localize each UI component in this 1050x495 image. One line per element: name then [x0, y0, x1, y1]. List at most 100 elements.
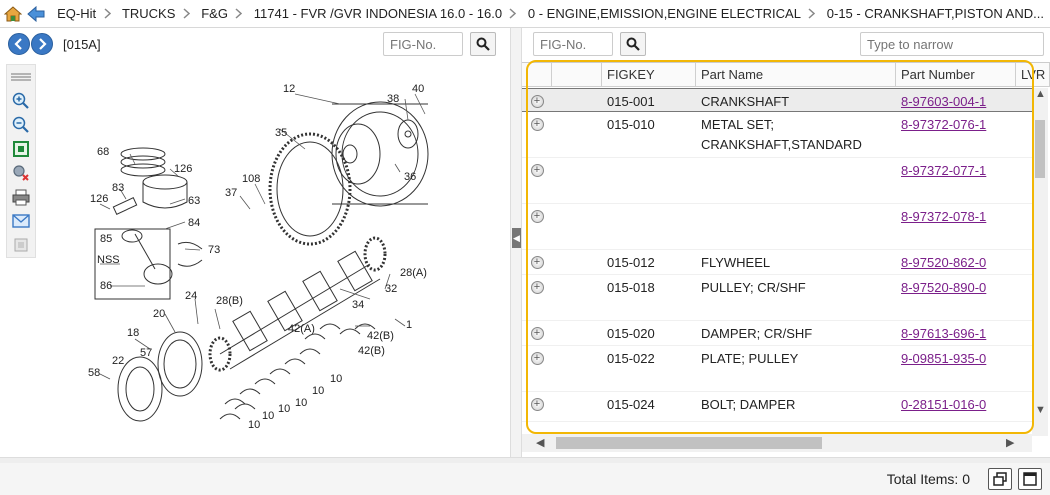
zoom-in-button[interactable]: [7, 89, 35, 113]
part-number-link[interactable]: 8-97613-696-1: [901, 326, 986, 341]
table-row[interactable]: + 015-001 CRANKSHAFT 8-97603-004-1: [522, 88, 1032, 112]
column-header-lvr[interactable]: LVR: [1016, 63, 1050, 87]
callout-label: 10: [330, 373, 342, 385]
maximize-window-button[interactable]: [1018, 468, 1042, 490]
table-row[interactable]: + 015-010 METAL SET; CRANKSHAFT,STANDARD…: [522, 112, 1032, 158]
part-number-link[interactable]: 8-97520-890-0: [901, 280, 986, 295]
search-button-left[interactable]: [470, 32, 496, 56]
expand-row-icon[interactable]: +: [522, 250, 552, 274]
narrow-filter-input[interactable]: [860, 32, 1044, 56]
figkey-cell: [602, 204, 696, 249]
expand-row-icon[interactable]: +: [522, 112, 552, 157]
search-icon: [476, 37, 490, 51]
breadcrumb-item[interactable]: 11741 - FVR /GVR INDONESIA 16.0 - 16.0: [244, 0, 508, 27]
table-row[interactable]: + 8-97372-077-1: [522, 158, 1032, 204]
scroll-left-icon[interactable]: ◀: [536, 436, 544, 449]
table-row[interactable]: + 015-018 PULLEY; CR/SHF 8-97520-890-0: [522, 275, 1032, 321]
expand-row-icon[interactable]: +: [522, 158, 552, 203]
back-arrow-icon[interactable]: [26, 0, 48, 27]
table-row[interactable]: + 015-024 BOLT; DAMPER 0-28151-016-0: [522, 392, 1032, 422]
clear-zoom-button[interactable]: [7, 161, 35, 185]
home-icon[interactable]: [0, 0, 26, 27]
collapse-arrow-icon[interactable]: ◀: [512, 228, 521, 248]
fit-view-button[interactable]: [7, 137, 35, 161]
vertical-scrollbar[interactable]: ▲ ▼: [1032, 88, 1048, 436]
breadcrumb-item[interactable]: F&G: [191, 0, 234, 27]
ring-gear-drawing: [268, 132, 352, 246]
part-number-link[interactable]: 9-09851-935-0: [901, 351, 986, 366]
expand-row-icon[interactable]: +: [522, 275, 552, 320]
export-icon: [14, 238, 28, 252]
expand-row-icon[interactable]: +: [522, 392, 552, 421]
expand-row-icon[interactable]: +: [522, 321, 552, 345]
parts-diagram[interactable]: 12 40 38 35 68 126 108 36 37 83 63 126 8…: [40, 64, 500, 454]
part-number-link[interactable]: 0-28151-016-0: [901, 397, 986, 412]
part-number-link[interactable]: 8-97603-004-1: [901, 94, 986, 109]
breadcrumb-item[interactable]: 0 - ENGINE,EMISSION,ENGINE ELECTRICAL: [518, 0, 807, 27]
callout-labels: 12 40 38 35 68 126 108 36 37 83 63 126 8…: [88, 83, 427, 431]
search-button-right[interactable]: [620, 32, 646, 56]
part-number-link[interactable]: 8-97372-078-1: [901, 209, 986, 224]
callout-label: 10: [278, 403, 290, 415]
callout-label: 68: [97, 146, 109, 158]
parts-table: FIGKEY Part Name Part Number LVR + 015-0…: [522, 62, 1050, 454]
scrollbar-thumb[interactable]: [1035, 120, 1045, 178]
callout-label: 83: [112, 182, 124, 194]
diagram-tools: [6, 64, 36, 258]
flywheel-drawing: [331, 101, 429, 207]
print-button[interactable]: [7, 185, 35, 209]
callout-label: 12: [283, 83, 295, 95]
maximize-icon: [1023, 472, 1037, 486]
restore-window-button[interactable]: [988, 468, 1012, 490]
table-row[interactable]: + 015-022 PLATE; PULLEY 9-09851-935-0: [522, 346, 1032, 392]
part-name-cell: [696, 204, 896, 249]
part-number-link[interactable]: 8-97372-076-1: [901, 117, 986, 132]
scrollbar-thumb[interactable]: [556, 437, 822, 449]
part-number-link[interactable]: 8-97372-077-1: [901, 163, 986, 178]
breadcrumb-item[interactable]: EQ-Hit: [47, 0, 102, 27]
clear-zoom-icon: [13, 165, 29, 181]
scroll-right-icon[interactable]: ▶: [1006, 436, 1014, 449]
part-number-link[interactable]: 8-97520-862-0: [901, 255, 986, 270]
expand-row-icon[interactable]: +: [522, 89, 552, 111]
column-header-figkey[interactable]: FIGKEY: [602, 63, 696, 87]
fig-number-input-left[interactable]: [383, 32, 463, 56]
callout-label: 73: [208, 244, 220, 256]
callout-label: 58: [88, 367, 100, 379]
total-items: Total Items: 0: [886, 471, 970, 487]
scroll-down-icon[interactable]: ▼: [1035, 404, 1046, 416]
fig-number-input-right[interactable]: [533, 32, 613, 56]
expand-row-icon[interactable]: +: [522, 204, 552, 249]
column-header-part-number[interactable]: Part Number: [896, 63, 1016, 87]
part-name-cell: PULLEY; CR/SHF: [701, 280, 806, 295]
callout-label: 32: [385, 283, 397, 295]
export-button[interactable]: [7, 233, 35, 257]
table-row[interactable]: + 015-012 FLYWHEEL 8-97520-862-0: [522, 250, 1032, 275]
callout-label: 20: [153, 308, 165, 320]
callout-label: 42(B): [367, 330, 394, 342]
column-header-part-name[interactable]: Part Name: [696, 63, 896, 87]
pulley-drawing: [117, 331, 203, 422]
prev-figure-button[interactable]: [8, 33, 30, 55]
email-button[interactable]: [7, 209, 35, 233]
pane-splitter[interactable]: ◀: [510, 28, 522, 458]
horizontal-scrollbar[interactable]: ◀ ▶: [522, 434, 1032, 452]
callout-label: 85: [100, 233, 112, 245]
drag-grip-icon[interactable]: [7, 65, 35, 89]
callout-label: 24: [185, 290, 197, 302]
table-row[interactable]: + 015-020 DAMPER; CR/SHF 8-97613-696-1: [522, 321, 1032, 346]
table-row[interactable]: + 8-97372-078-1: [522, 204, 1032, 250]
part-name-cell: DAMPER; CR/SHF: [701, 326, 813, 341]
breadcrumb-item[interactable]: TRUCKS: [112, 0, 181, 27]
callout-label: 10: [262, 410, 274, 422]
expand-row-icon[interactable]: +: [522, 346, 552, 391]
chevron-right-icon: [508, 0, 518, 27]
arrow-left-icon: [14, 38, 22, 50]
next-figure-button[interactable]: [31, 33, 53, 55]
zoom-out-button[interactable]: [7, 113, 35, 137]
table-header: FIGKEY Part Name Part Number LVR: [522, 63, 1050, 87]
scroll-up-icon[interactable]: ▲: [1035, 88, 1046, 100]
breadcrumb-item[interactable]: 0-15 - CRANKSHAFT,PISTON AND...: [817, 0, 1050, 27]
figkey-cell: 015-018: [607, 280, 655, 295]
chevron-right-icon: [102, 0, 112, 27]
